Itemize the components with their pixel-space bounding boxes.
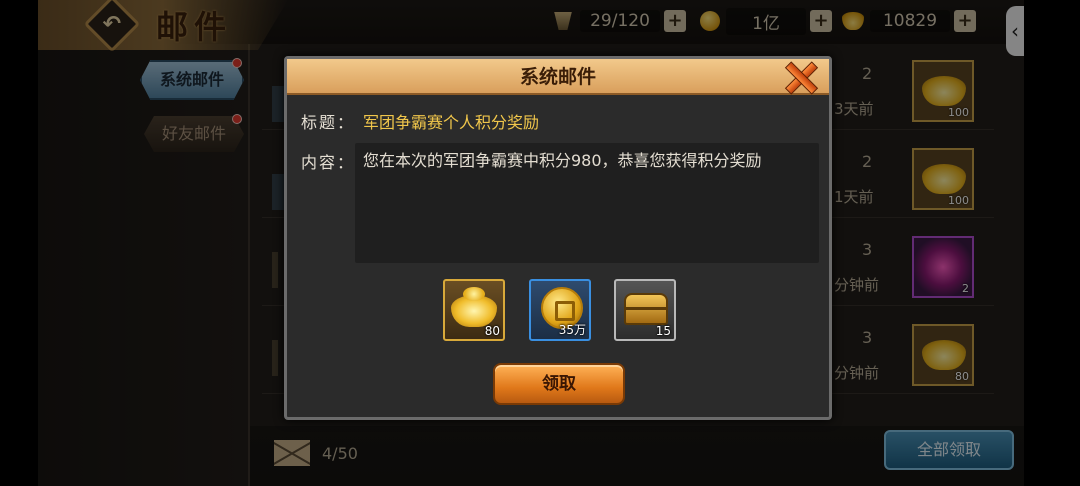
reward-item[interactable]: 35万 [529, 279, 591, 341]
close-icon[interactable] [783, 61, 817, 93]
reward-qty: 35万 [558, 323, 586, 337]
content-box: 您在本次的军团争霸赛中积分980，恭喜您获得积分奖励 [355, 143, 819, 263]
reward-qty: 15 [655, 324, 671, 338]
subject-label: 标题： [301, 113, 356, 132]
dialog-title: 系统邮件 [519, 66, 596, 88]
content-label: 内容： [301, 153, 356, 172]
reward-qty: 80 [484, 324, 500, 338]
claim-button[interactable]: 领取 [493, 363, 625, 405]
reward-item[interactable]: 80 [443, 279, 505, 341]
system-mail-dialog: 系统邮件 标题： 军团争霸赛个人积分奖励 内容： 您在本次的军团争霸赛中积分98… [284, 56, 832, 420]
reward-item[interactable]: 15 [614, 279, 676, 341]
mail-content: 您在本次的军团争霸赛中积分980，恭喜您获得积分奖励 [363, 151, 762, 170]
gold-ingot-icon [451, 287, 497, 327]
treasure-chest-icon [624, 293, 668, 325]
mail-subject: 军团争霸赛个人积分奖励 [363, 113, 540, 132]
